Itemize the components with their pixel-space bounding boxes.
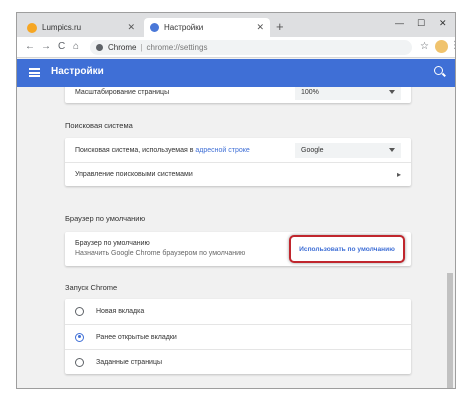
- close-window-button[interactable]: ✕: [439, 18, 447, 29]
- search-engine-label-prefix: Поисковая система, используемая в: [75, 146, 196, 154]
- startup-section-title: Запуск Chrome: [65, 283, 118, 292]
- tab-close-icon[interactable]: ✕: [127, 22, 135, 33]
- maximize-button[interactable]: ☐: [417, 18, 425, 29]
- radio-button[interactable]: [75, 357, 84, 367]
- tab-settings[interactable]: Настройки ✕: [144, 18, 270, 37]
- settings-header: Настройки: [17, 59, 455, 87]
- new-tab-button[interactable]: +: [276, 20, 284, 34]
- startup-option-new-tab[interactable]: Новая вкладка: [65, 299, 411, 324]
- radio-button-checked[interactable]: [75, 332, 84, 342]
- chevron-down-icon: [389, 89, 395, 94]
- page-zoom-select[interactable]: 100%: [295, 87, 401, 100]
- back-button[interactable]: ←: [25, 40, 35, 54]
- site-info-icon[interactable]: [96, 44, 103, 51]
- tab-strip: Lumpics.ru ✕ Настройки ✕ + — ☐ ✕: [17, 13, 455, 37]
- scrollbar-thumb[interactable]: [447, 273, 453, 388]
- make-default-highlight: Использовать по умолчанию: [289, 235, 405, 263]
- menu-icon[interactable]: ⋮: [450, 40, 455, 51]
- address-toolbar: ← → C ⌂ Chrome | chrome://settings ☆ ⋮: [17, 37, 455, 58]
- startup-card: Новая вкладка Ранее открытые вкладки Зад…: [65, 299, 411, 374]
- address-bar-link[interactable]: адресной строке: [195, 147, 249, 154]
- minimize-button[interactable]: —: [395, 18, 404, 28]
- home-button[interactable]: ⌂: [73, 40, 79, 54]
- search-icon[interactable]: [434, 66, 443, 75]
- tab-close-icon[interactable]: ✕: [256, 22, 264, 33]
- search-engine-section-title: Поисковая система: [65, 121, 133, 130]
- lumpics-favicon-icon: [27, 22, 37, 33]
- startup-option-label: Ранее открытые вкладки: [96, 333, 177, 341]
- page-zoom-value: 100%: [301, 88, 319, 96]
- startup-option-specific-pages[interactable]: Заданные страницы: [65, 349, 411, 374]
- startup-option-continue[interactable]: Ранее открытые вкладки: [65, 324, 411, 349]
- gear-icon: [150, 23, 159, 32]
- radio-button[interactable]: [75, 307, 84, 316]
- page-zoom-row: Масштабирование страницы 100%: [65, 87, 411, 103]
- chevron-down-icon: [389, 147, 395, 152]
- url-origin: Chrome: [108, 43, 137, 52]
- browser-window: Lumpics.ru ✕ Настройки ✕ + — ☐ ✕ ← → C ⌂…: [16, 12, 456, 389]
- tab-lumpics[interactable]: Lumpics.ru ✕: [21, 18, 141, 37]
- default-browser-card: Браузер по умолчанию Назначить Google Ch…: [65, 232, 411, 266]
- forward-button[interactable]: →: [41, 40, 51, 54]
- bookmark-star-icon[interactable]: ☆: [420, 41, 429, 52]
- tab-title: Lumpics.ru: [42, 23, 82, 32]
- page-title: Настройки: [51, 66, 104, 77]
- search-engine-select[interactable]: Google: [295, 142, 401, 158]
- reload-button[interactable]: C: [58, 40, 65, 54]
- startup-option-label: Заданные страницы: [96, 358, 163, 366]
- settings-content: Масштабирование страницы 100% Поисковая …: [17, 87, 455, 388]
- address-bar[interactable]: Chrome | chrome://settings: [90, 40, 412, 55]
- make-default-button[interactable]: Использовать по умолчанию: [299, 246, 395, 253]
- url-text: chrome://settings: [146, 43, 208, 52]
- appearance-card: Масштабирование страницы 100%: [65, 87, 411, 103]
- search-engine-card: Поисковая система, используемая в адресн…: [65, 138, 411, 186]
- profile-avatar[interactable]: [435, 40, 448, 53]
- search-engine-row: Поисковая система, используемая в адресн…: [65, 138, 411, 162]
- chevron-right-icon: ▸: [396, 170, 401, 179]
- default-browser-section-title: Браузер по умолчанию: [65, 214, 146, 223]
- search-engine-value: Google: [301, 146, 324, 154]
- manage-search-engines-row[interactable]: Управление поисковыми системами ▸: [65, 162, 411, 186]
- tab-title: Настройки: [164, 23, 204, 32]
- startup-option-label: Новая вкладка: [96, 308, 145, 315]
- manage-search-engines-label: Управление поисковыми системами: [75, 171, 193, 178]
- default-browser-row: Браузер по умолчанию Назначить Google Ch…: [65, 232, 411, 266]
- scrollbar[interactable]: [445, 87, 455, 388]
- url-separator: |: [140, 43, 143, 52]
- hamburger-menu-icon[interactable]: [29, 68, 40, 77]
